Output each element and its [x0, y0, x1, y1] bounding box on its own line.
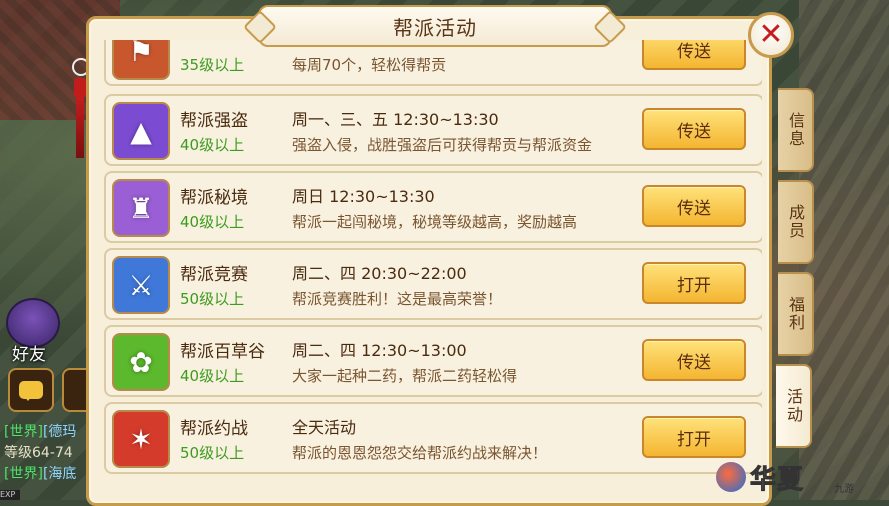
activity-name: 帮派强盗: [180, 111, 248, 131]
tab-members[interactable]: 成员: [778, 180, 814, 264]
page-title: 帮派活动: [393, 15, 477, 40]
activity-desc: 每周70个，轻松得帮贡: [292, 56, 447, 74]
open-button[interactable]: 打开: [642, 262, 746, 304]
duel-icon: ✶: [112, 410, 170, 468]
pagoda-icon: ♜: [112, 179, 170, 237]
activity-row: ▲ 帮派强盗 40级以上 周一、三、五 12:30~13:30 强盗入侵，战胜强…: [104, 94, 762, 166]
watermark-text: 华夏: [749, 464, 805, 495]
chat-button[interactable]: [8, 368, 54, 412]
activity-time: 周二、四 20:30~22:00: [292, 264, 467, 283]
activity-desc: 帮派的恩恩怨怨交给帮派约战来解决！: [292, 444, 548, 462]
watermark: 华夏 九游: [716, 458, 886, 496]
chat-bubble-icon: [19, 381, 43, 401]
crossed-swords-icon: ⚔: [112, 256, 170, 314]
activity-time: 周日 12:30~13:30: [292, 187, 435, 206]
activity-name: 帮派约战: [180, 419, 248, 439]
activity-time: 全天活动: [292, 418, 357, 437]
activity-level: 40级以上: [180, 213, 245, 231]
activity-desc: 帮派一起闯秘境，秘境等级越高，奖励越高: [292, 213, 578, 231]
watermark-logo-icon: [716, 462, 746, 492]
activity-row: ✶ 帮派约战 50级以上 全天活动 帮派的恩恩怨怨交给帮派约战来解决！ 打开: [104, 402, 762, 474]
open-button[interactable]: 打开: [642, 416, 746, 458]
banner-icon: ⚑: [112, 40, 170, 80]
activity-desc: 帮派竞赛胜利！这是最高荣誉！: [292, 290, 503, 308]
activity-list[interactable]: ⚑ 35级以上 每周70个，轻松得帮贡 传送 ▲ 帮派强盗 40级以上 周一、三…: [104, 40, 762, 500]
activity-level: 50级以上: [180, 444, 245, 462]
activity-level: 35级以上: [180, 56, 245, 74]
close-button[interactable]: ✕: [748, 12, 794, 58]
activity-row: ✿ 帮派百草谷 40级以上 周二、四 12:30~13:00 大家一起种二药，帮…: [104, 325, 762, 397]
activity-level: 40级以上: [180, 367, 245, 385]
tab-welfare[interactable]: 福利: [778, 272, 814, 356]
teleport-button[interactable]: 传送: [642, 185, 746, 227]
activity-level: 50级以上: [180, 290, 245, 308]
activity-time: 周二、四 12:30~13:00: [292, 341, 467, 360]
teleport-button[interactable]: 传送: [642, 339, 746, 381]
title-plate: 帮派活动: [258, 5, 612, 47]
tab-activities[interactable]: 活动: [776, 364, 812, 448]
watermark-sub: 九游: [834, 484, 854, 495]
bandit-icon: ▲: [112, 102, 170, 160]
activity-row: ♜ 帮派秘境 40级以上 周日 12:30~13:30 帮派一起闯秘境，秘境等级…: [104, 171, 762, 243]
activity-row: ⚔ 帮派竞赛 50级以上 周二、四 20:30~22:00 帮派竞赛胜利！这是最…: [104, 248, 762, 320]
teleport-button[interactable]: 传送: [642, 108, 746, 150]
herb-icon: ✿: [112, 333, 170, 391]
close-icon: ✕: [758, 17, 784, 52]
friends-label: 好友: [12, 345, 46, 365]
tab-info[interactable]: 信息: [778, 88, 814, 172]
activity-level: 40级以上: [180, 136, 245, 154]
teleport-button[interactable]: 传送: [642, 40, 746, 70]
activity-name: 帮派百草谷: [180, 342, 265, 362]
activity-name: 帮派竞赛: [180, 265, 248, 285]
exp-label: EXP: [0, 490, 20, 500]
activity-desc: 强盗入侵，战胜强盗后可获得帮贡与帮派资金: [292, 136, 593, 154]
activity-time: 周一、三、五 12:30~13:30: [292, 110, 499, 129]
activity-desc: 大家一起种二药，帮派二药轻松得: [292, 367, 518, 385]
activity-name: 帮派秘境: [180, 188, 248, 208]
